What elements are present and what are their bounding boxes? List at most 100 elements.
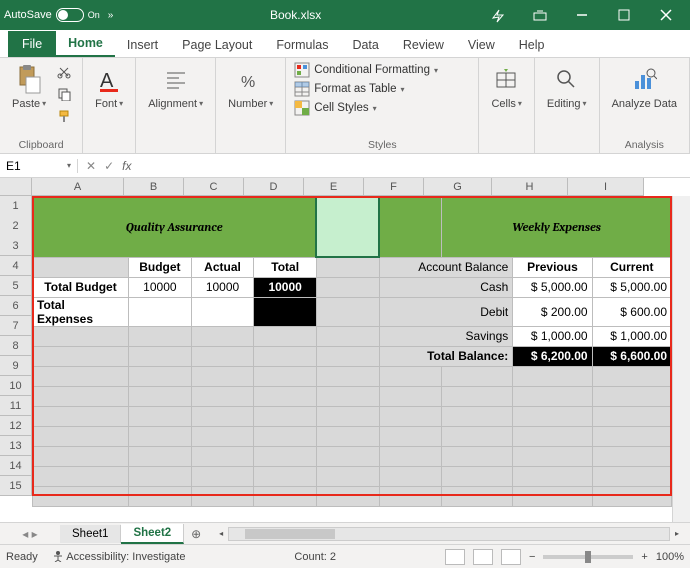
format-painter-button[interactable] [54,106,74,126]
row-header-1[interactable]: 123 [0,196,32,256]
number-button[interactable]: % Number▾ [224,62,277,112]
tab-view[interactable]: View [456,33,507,57]
row-header-8[interactable]: 8 [0,336,32,356]
cells-area[interactable]: Quality Assurance Weekly Expenses Budget… [32,196,672,522]
minimize-button[interactable] [562,1,602,29]
tb-total[interactable]: 10000 [254,277,317,297]
zoom-out-button[interactable]: − [529,551,535,563]
hdr-budget[interactable]: Budget [129,257,192,277]
row-debit[interactable]: Debit [379,297,513,326]
col-header-i[interactable]: I [568,178,644,196]
tab-help[interactable]: Help [507,33,557,57]
we-title[interactable]: Weekly Expenses [442,197,672,257]
hdr-acct-balance[interactable]: Account Balance [379,257,513,277]
debit-prev[interactable]: $ 200.00 [513,297,592,326]
row-header-5[interactable]: 5 [0,276,32,296]
col-header-a[interactable]: A [32,178,124,196]
row-total-budget[interactable]: Total Budget [33,277,129,297]
enter-icon[interactable]: ✓ [104,159,114,173]
tab-insert[interactable]: Insert [115,33,170,57]
tbal-cur[interactable]: $ 6,600.00 [592,346,671,366]
zoom-slider[interactable] [543,555,633,559]
view-page-layout-button[interactable] [473,549,493,565]
row-header-13[interactable]: 13 [0,436,32,456]
row-header-4[interactable]: 4 [0,256,32,276]
tbal-prev[interactable]: $ 6,200.00 [513,346,592,366]
cell-e1-selected[interactable] [316,197,379,257]
col-header-e[interactable]: E [304,178,364,196]
tb-budget[interactable]: 10000 [129,277,192,297]
col-header-h[interactable]: H [492,178,568,196]
format-as-table-button[interactable]: Format as Table▾ [294,81,438,97]
sheet-tab-sheet1[interactable]: Sheet1 [60,525,121,543]
savings-prev[interactable]: $ 1,000.00 [513,326,592,346]
tab-page-layout[interactable]: Page Layout [170,33,264,57]
cash-prev[interactable]: $ 5,000.00 [513,277,592,297]
hscroll-left-icon[interactable]: ◂ [214,527,228,541]
row-total-expenses[interactable]: Total Expenses [33,297,129,326]
tab-data[interactable]: Data [340,33,390,57]
alignment-button[interactable]: Alignment▾ [144,62,207,112]
vertical-scrollbar[interactable] [672,196,690,522]
font-button[interactable]: A Font▾ [91,62,127,112]
row-savings[interactable]: Savings [379,326,513,346]
col-header-b[interactable]: B [124,178,184,196]
hdr-total[interactable]: Total [254,257,317,277]
paste-button[interactable]: Paste▾ [8,62,50,112]
tab-formulas[interactable]: Formulas [264,33,340,57]
col-header-g[interactable]: G [424,178,492,196]
hdr-previous[interactable]: Previous [513,257,592,277]
hdr-current[interactable]: Current [592,257,671,277]
cancel-icon[interactable]: ✕ [86,159,96,173]
status-accessibility[interactable]: Accessibility: Investigate [52,550,186,563]
col-header-c[interactable]: C [184,178,244,196]
group-font: A Font▾ [83,58,136,153]
name-box[interactable]: E1▾ [0,159,78,173]
tb-actual[interactable]: 10000 [191,277,254,297]
col-header-f[interactable]: F [364,178,424,196]
add-sheet-button[interactable]: ⊕ [184,527,208,541]
row-header-6[interactable]: 6 [0,296,32,316]
view-page-break-button[interactable] [501,549,521,565]
row-total-balance[interactable]: Total Balance: [379,346,513,366]
row-header-11[interactable]: 11 [0,396,32,416]
formula-input[interactable] [139,159,690,173]
debit-cur[interactable]: $ 600.00 [592,297,671,326]
hdr-actual[interactable]: Actual [191,257,254,277]
tab-review[interactable]: Review [391,33,456,57]
row-header-9[interactable]: 9 [0,356,32,376]
horizontal-scrollbar[interactable] [228,527,670,541]
tab-home[interactable]: Home [56,31,115,57]
quick-tools-icon[interactable] [478,1,518,29]
conditional-formatting-button[interactable]: Conditional Formatting▾ [294,62,438,78]
col-header-d[interactable]: D [244,178,304,196]
analyze-data-button[interactable]: Analyze Data [608,62,681,112]
row-header-10[interactable]: 10 [0,376,32,396]
row-header-15[interactable]: 15 [0,476,32,496]
cells-button[interactable]: Cells▾ [487,62,525,112]
cash-cur[interactable]: $ 5,000.00 [592,277,671,297]
zoom-in-button[interactable]: + [641,551,647,563]
sheet-nav[interactable]: ◂ ▸ [0,527,60,541]
row-header-12[interactable]: 12 [0,416,32,436]
select-all-corner[interactable] [0,178,32,196]
fx-icon[interactable]: fx [122,159,131,173]
editing-button[interactable]: Editing▾ [543,62,591,112]
hscroll-right-icon[interactable]: ▸ [670,527,684,541]
row-header-14[interactable]: 14 [0,456,32,476]
close-button[interactable] [646,1,686,29]
sheet-tab-sheet2[interactable]: Sheet2 [121,524,184,544]
row-header-7[interactable]: 7 [0,316,32,336]
cut-button[interactable] [54,62,74,82]
qa-title[interactable]: Quality Assurance [33,197,317,257]
maximize-button[interactable] [604,1,644,29]
tab-file[interactable]: File [8,31,56,57]
svg-text:%: % [241,74,255,91]
view-normal-button[interactable] [445,549,465,565]
cell-styles-button[interactable]: Cell Styles▾ [294,100,438,116]
row-cash[interactable]: Cash [379,277,513,297]
savings-cur[interactable]: $ 1,000.00 [592,326,671,346]
copy-button[interactable] [54,84,74,104]
ribbon-options-icon[interactable] [520,1,560,29]
autosave-toggle[interactable]: AutoSave On [4,8,100,22]
